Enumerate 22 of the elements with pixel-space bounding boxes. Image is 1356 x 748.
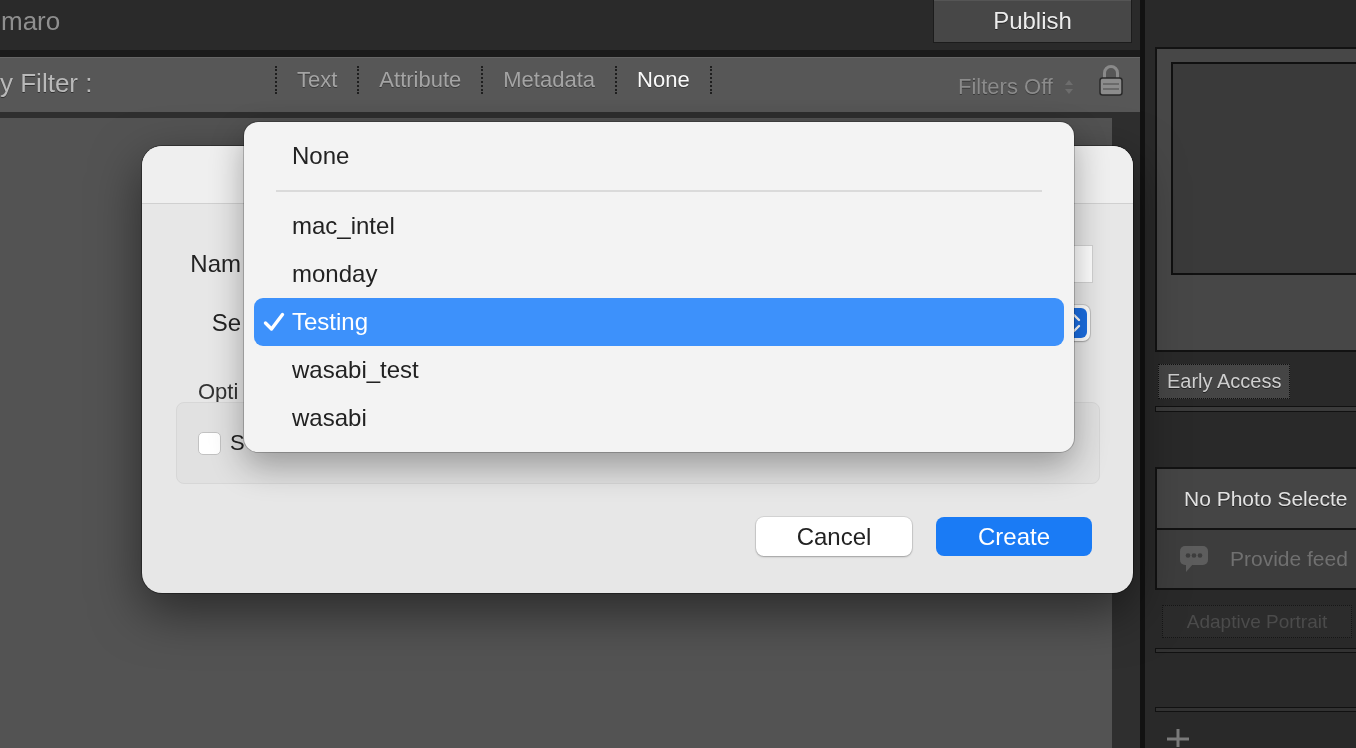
filter-label: y Filter : <box>0 67 93 98</box>
create-button[interactable]: Create <box>936 517 1092 556</box>
photo-status-text: No Photo Selecte <box>1184 486 1348 511</box>
filter-tab[interactable]: None <box>617 65 710 94</box>
publish-button[interactable]: Publish <box>933 0 1132 43</box>
app-title: maro <box>1 6 61 36</box>
plus-icon[interactable] <box>1167 729 1189 747</box>
menu-item[interactable]: mac_intel <box>254 202 1064 250</box>
cancel-button[interactable]: Cancel <box>756 517 912 556</box>
checkbox-label: S <box>230 430 245 456</box>
menu-item[interactable]: wasabi_test <box>254 346 1064 394</box>
field-label: Nam <box>190 250 241 278</box>
menu-item[interactable]: wasabi <box>254 394 1064 442</box>
checkmark-icon <box>263 312 285 332</box>
checkbox[interactable] <box>198 431 221 455</box>
speech-bubble-icon <box>1180 546 1208 572</box>
menu-item[interactable]: monday <box>254 250 1064 298</box>
options-label: Opti <box>198 381 239 403</box>
menu-item[interactable]: None <box>254 132 1064 180</box>
lock-icon[interactable] <box>1098 63 1124 96</box>
early-access-badge: Early Access <box>1158 364 1291 399</box>
field-label: Se <box>211 309 241 337</box>
